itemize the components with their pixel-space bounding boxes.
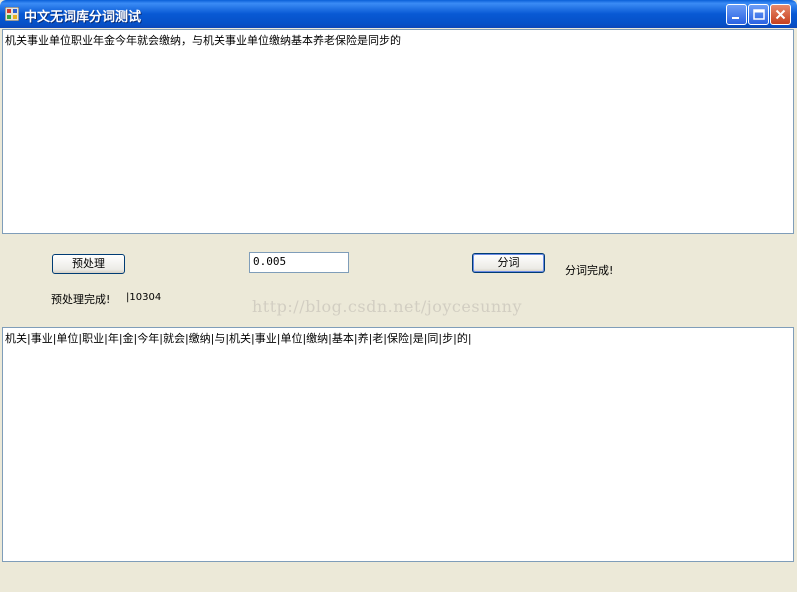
threshold-input[interactable]: 0.005	[249, 252, 349, 273]
window-title: 中文无词库分词测试	[24, 10, 142, 25]
close-button[interactable]	[770, 4, 791, 25]
word-count-label: |10304	[126, 292, 162, 303]
preprocess-button[interactable]: 预处理	[52, 254, 125, 274]
input-text-area[interactable]: 机关事业单位职业年金今年就会缴纳，与机关事业单位缴纳基本养老保险是同步的	[2, 29, 794, 234]
title-bar[interactable]: 中文无词库分词测试	[0, 0, 797, 28]
maximize-icon	[753, 9, 765, 20]
maximize-button[interactable]	[748, 4, 769, 25]
segment-status-label: 分词完成!	[565, 264, 614, 277]
bottom-panel	[0, 562, 797, 592]
segment-button[interactable]: 分词	[472, 253, 545, 273]
output-text-area[interactable]: 机关|事业|单位|职业|年|金|今年|就会|缴纳|与|机关|事业|单位|缴纳|基…	[2, 327, 794, 562]
watermark: http://blog.csdn.net/joycesunny	[252, 297, 523, 316]
minimize-button[interactable]	[726, 4, 747, 25]
preprocess-status-label: 预处理完成!	[51, 293, 111, 306]
app-icon	[4, 6, 20, 22]
close-icon	[775, 9, 786, 20]
minimize-icon	[732, 17, 739, 19]
